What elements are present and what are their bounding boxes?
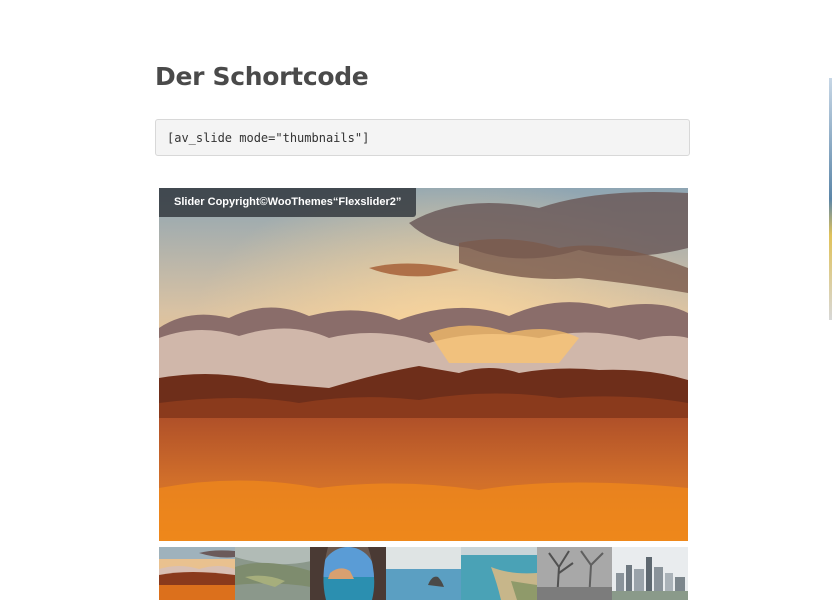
thumbnail-green-valley[interactable]	[234, 547, 310, 600]
slide-image	[159, 188, 688, 541]
thumbnail-image	[461, 547, 537, 600]
thumbnail-sea-cave-arch[interactable]	[310, 547, 386, 600]
thumbnail-city-skyline[interactable]	[612, 547, 688, 600]
slide-caption: Slider Copyright©WooThemes“Flexslider2”	[159, 188, 417, 217]
thumbnail-misty-forest[interactable]	[536, 547, 612, 600]
thumbnail-coastal-bay[interactable]	[461, 547, 537, 600]
image-slider[interactable]: Slider Copyright©WooThemes“Flexslider2”	[159, 188, 688, 541]
thumbnail-image	[159, 547, 235, 600]
thumbnail-image	[612, 547, 688, 600]
thumbnail-image	[536, 547, 612, 600]
thumbnail-image	[234, 547, 310, 600]
thumbnail-image	[385, 547, 461, 600]
thumbnail-mountain-sunset[interactable]	[159, 547, 235, 600]
thumbnail-sea-rock[interactable]	[385, 547, 461, 600]
shortcode-box[interactable]: [av_slide mode="thumbnails"]	[155, 119, 690, 156]
thumbnail-strip	[159, 547, 688, 600]
thumbnail-image	[310, 547, 386, 600]
page-title: Der Schortcode	[155, 62, 369, 91]
